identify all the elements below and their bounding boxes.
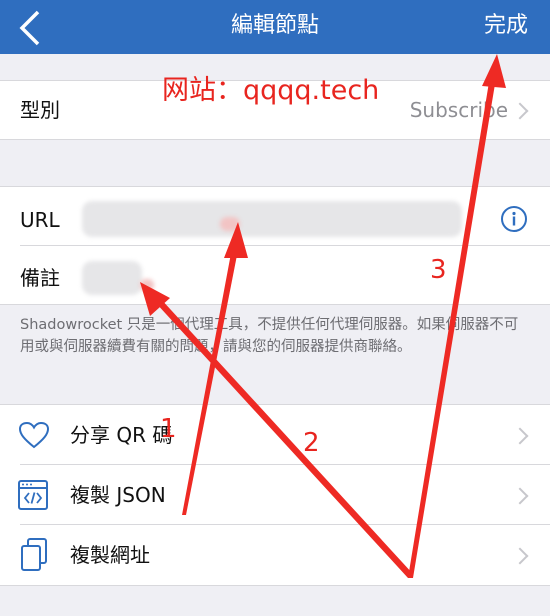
annotation-arrows [140, 54, 506, 578]
arrow-shaft [155, 298, 413, 578]
arrow-shaft [408, 76, 496, 578]
arrowhead [482, 54, 506, 88]
arrowhead [224, 222, 248, 258]
